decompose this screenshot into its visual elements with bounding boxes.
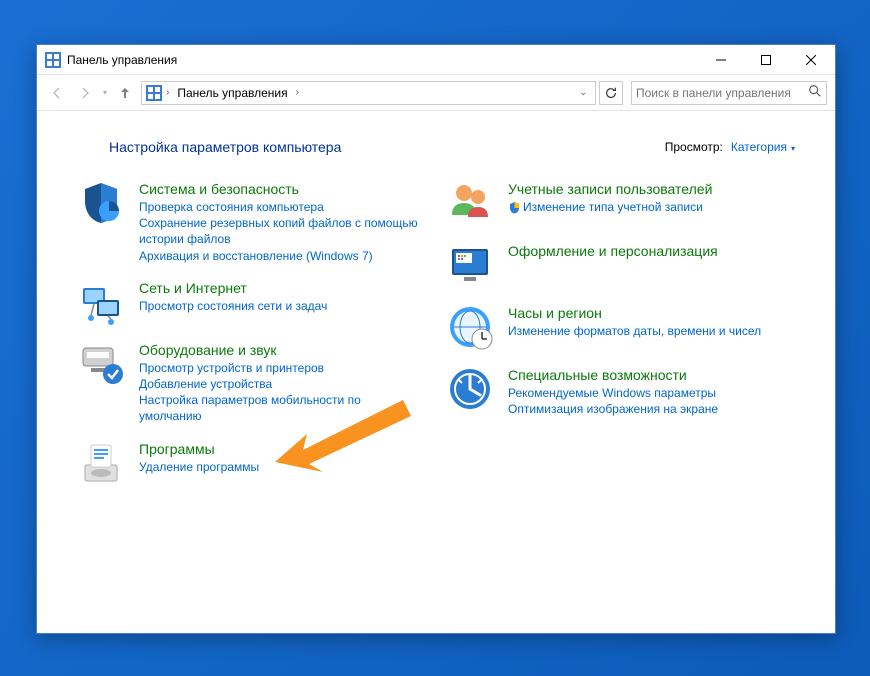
category-system: Система и безопасность Проверка состояния… (77, 179, 426, 264)
close-button[interactable] (788, 45, 833, 74)
minimize-button[interactable] (698, 45, 743, 74)
view-label: Просмотр: (665, 140, 723, 154)
category-programs: Программы Удаление программы (77, 439, 426, 487)
category-title[interactable]: Оборудование и звук (139, 342, 426, 358)
category-appearance: Оформление и персонализация (446, 241, 795, 289)
category-link[interactable]: Архивация и восстановление (Windows 7) (139, 248, 426, 264)
category-title[interactable]: Сеть и Интернет (139, 280, 426, 296)
category-users: Учетные записи пользователей Изменение ти… (446, 179, 795, 227)
chevron-right-icon[interactable]: › (296, 87, 299, 98)
control-panel-icon (45, 52, 61, 68)
category-link[interactable]: Просмотр устройств и принтеров (139, 360, 426, 376)
content-area: Настройка параметров компьютера Просмотр… (37, 111, 835, 633)
control-panel-window: Панель управления ▾ (36, 44, 836, 634)
page-title: Настройка параметров компьютера (109, 139, 665, 155)
navbar: ▾ › Панель управления › ⌄ (37, 75, 835, 111)
chevron-down-icon: ▾ (791, 144, 795, 153)
category-link[interactable]: Удаление программы (139, 459, 426, 475)
clock-icon (446, 303, 494, 351)
control-panel-icon (146, 85, 162, 101)
category-link[interactable]: Изменение типа учетной записи (508, 199, 795, 215)
up-button[interactable] (113, 81, 137, 105)
maximize-button[interactable] (743, 45, 788, 74)
titlebar: Панель управления (37, 45, 835, 75)
category-link[interactable]: Просмотр состояния сети и задач (139, 298, 426, 314)
shield-icon (508, 201, 521, 214)
appearance-icon (446, 241, 494, 289)
category-hardware: Оборудование и звук Просмотр устройств и … (77, 340, 426, 425)
category-title[interactable]: Оформление и персонализация (508, 243, 795, 259)
category-title[interactable]: Специальные возможности (508, 367, 795, 383)
category-title[interactable]: Учетные записи пользователей (508, 181, 795, 197)
category-link[interactable]: Рекомендуемые Windows параметры (508, 385, 795, 401)
category-link[interactable]: Проверка состояния компьютера (139, 199, 426, 215)
address-bar[interactable]: › Панель управления › ⌄ (141, 81, 596, 105)
programs-icon (77, 439, 125, 487)
category-title[interactable]: Система и безопасность (139, 181, 426, 197)
access-icon (446, 365, 494, 413)
search-input[interactable] (636, 86, 808, 100)
category-link[interactable]: Добавление устройства (139, 376, 426, 392)
breadcrumb-root[interactable]: Панель управления (173, 86, 291, 100)
category-title[interactable]: Программы (139, 441, 426, 457)
category-link[interactable]: Оптимизация изображения на экране (508, 401, 795, 417)
category-title[interactable]: Часы и регион (508, 305, 795, 321)
address-dropdown-icon[interactable]: ⌄ (573, 87, 593, 98)
network-icon (77, 278, 125, 326)
forward-button[interactable] (73, 81, 97, 105)
chevron-right-icon[interactable]: › (166, 87, 169, 98)
refresh-button[interactable] (599, 81, 623, 105)
category-link[interactable]: Настройка параметров мобильности по умол… (139, 392, 426, 424)
search-icon[interactable] (808, 84, 822, 101)
users-icon (446, 179, 494, 227)
window-title: Панель управления (67, 53, 698, 67)
system-icon (77, 179, 125, 227)
search-box[interactable] (631, 81, 827, 105)
category-link[interactable]: Сохранение резервных копий файлов с помо… (139, 215, 426, 247)
category-access: Специальные возможности Рекомендуемые Win… (446, 365, 795, 417)
category-clock: Часы и регион Изменение форматов даты, вр… (446, 303, 795, 351)
history-dropdown-icon[interactable]: ▾ (103, 88, 107, 97)
view-dropdown[interactable]: Категория▾ (731, 140, 795, 154)
category-link[interactable]: Изменение форматов даты, времени и чисел (508, 323, 795, 339)
back-button[interactable] (45, 81, 69, 105)
hardware-icon (77, 340, 125, 388)
category-network: Сеть и Интернет Просмотр состояния сети и… (77, 278, 426, 326)
